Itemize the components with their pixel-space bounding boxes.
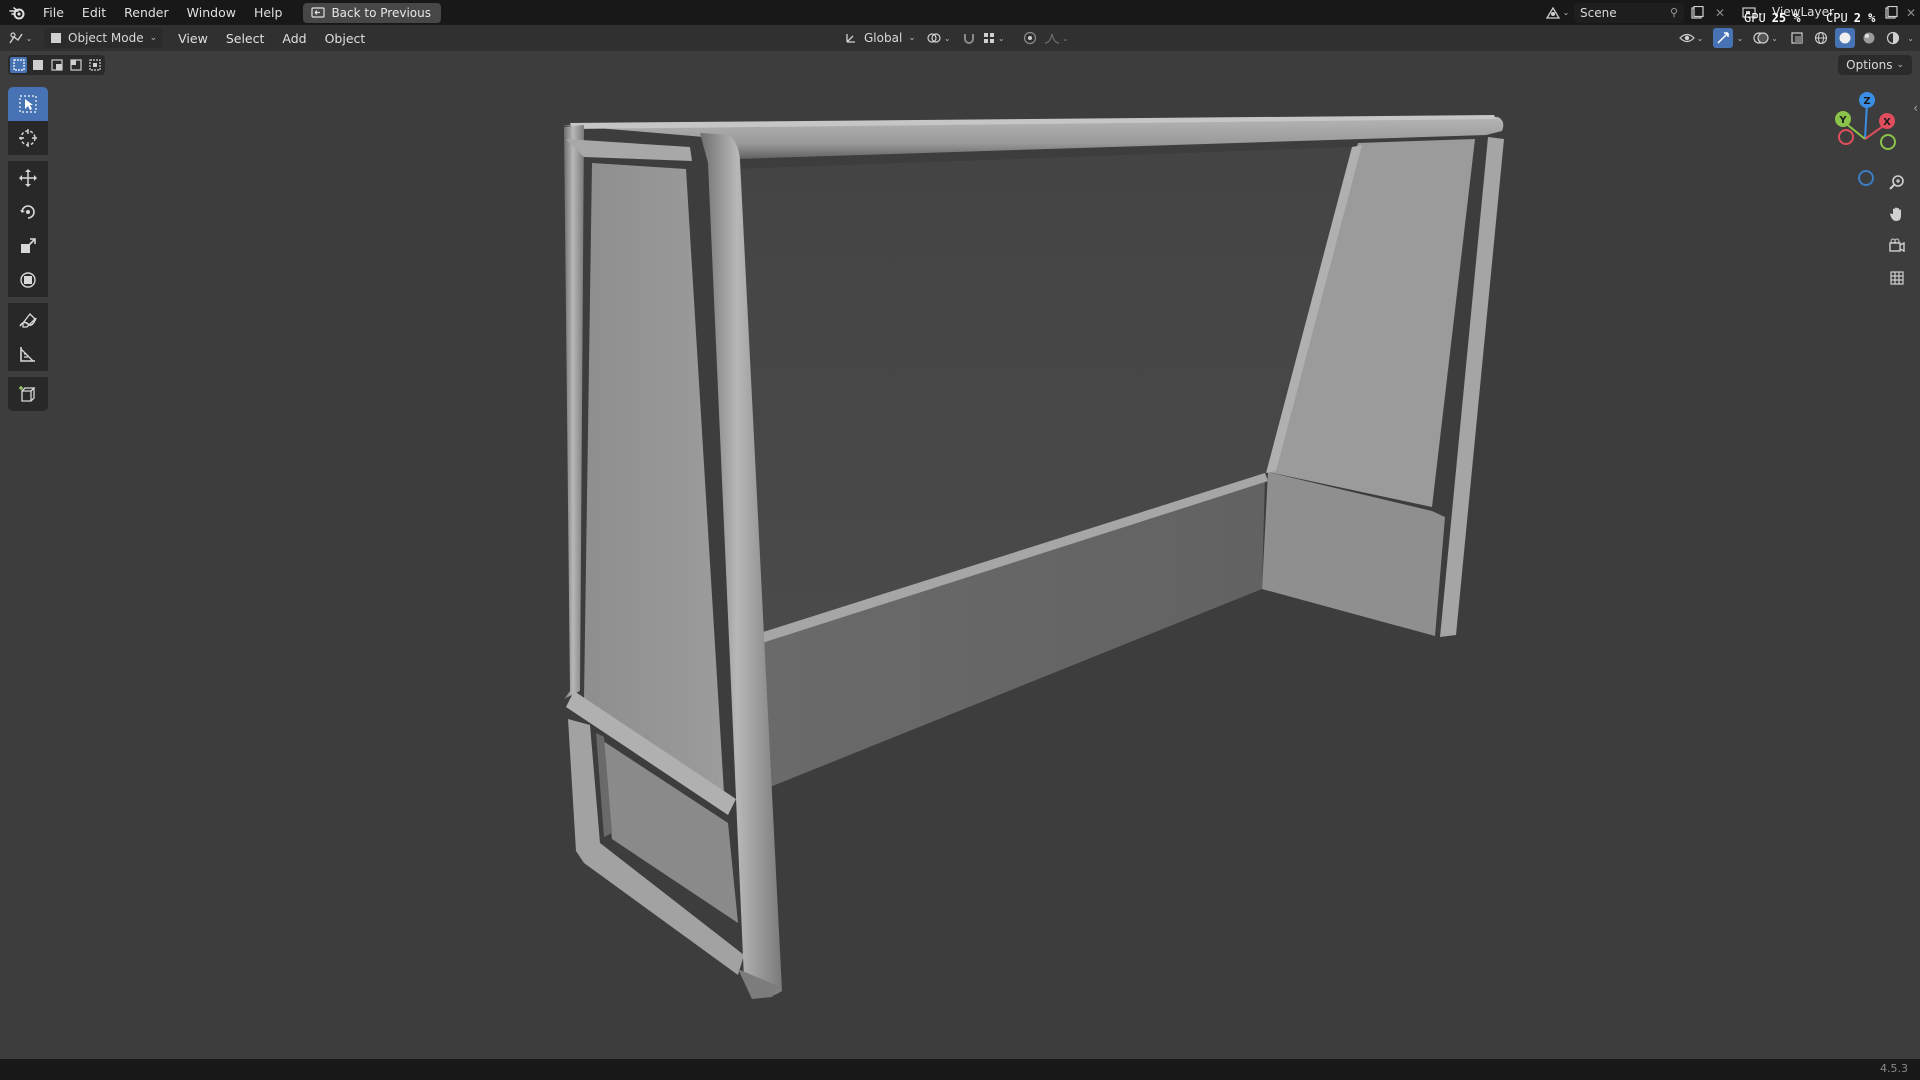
tool-shelf — [8, 87, 48, 411]
left-frame-top — [566, 139, 692, 161]
annotate-tool[interactable] — [8, 303, 48, 337]
select-box-icon — [19, 95, 37, 113]
menu-render[interactable]: Render — [115, 0, 178, 25]
perspective-toggle-icon[interactable] — [1884, 265, 1910, 291]
cursor-icon — [19, 129, 37, 147]
gizmo-y-label: Y — [1838, 115, 1847, 126]
left-back-post — [564, 125, 584, 699]
gizmo-x-label: X — [1883, 117, 1891, 128]
gizmo-neg-x[interactable] — [1838, 129, 1854, 145]
back-to-previous-label: Back to Previous — [331, 5, 431, 20]
menu-edit[interactable]: Edit — [73, 0, 115, 25]
xray-toggle-icon[interactable] — [1787, 31, 1807, 45]
transform-orientation-selector[interactable]: Global ⌄ — [838, 28, 922, 48]
pin-icon[interactable]: ⚲ — [1670, 6, 1678, 19]
camera-view-icon[interactable] — [1884, 233, 1910, 259]
pivot-point-icon[interactable]: ⌄ — [926, 31, 956, 45]
scale-icon — [21, 238, 36, 253]
gizmo-neg-y[interactable] — [1880, 134, 1896, 150]
snap-toggle-icon[interactable] — [960, 31, 978, 45]
gpu-label: GPU — [1744, 11, 1766, 25]
blender-logo-icon[interactable] — [0, 0, 34, 25]
viewport-header: ⌄ Object Mode ⌄ View Select Add Object G… — [0, 25, 1920, 51]
wireframe-shading-icon[interactable] — [1811, 31, 1831, 45]
cpu-readout: CPU 2 % — [1826, 11, 1875, 25]
gizmo-z-label: Z — [1863, 96, 1870, 107]
mode-label: Object Mode — [68, 31, 144, 45]
orientation-label: Global — [864, 31, 903, 45]
gizmo-toggle-icon[interactable] — [1712, 28, 1733, 48]
transform-tool[interactable] — [8, 263, 48, 297]
transform-icon — [20, 272, 36, 288]
falloff-icon[interactable]: ⌄ — [1044, 32, 1070, 44]
viewport-nav-buttons — [1884, 169, 1910, 291]
menu-select[interactable]: Select — [217, 31, 274, 46]
rotate-icon — [20, 205, 35, 219]
scene-selector-icon[interactable]: ⌄ — [1540, 6, 1574, 20]
rendered-shading-icon[interactable] — [1883, 31, 1903, 45]
goal-frame-model[interactable] — [0, 51, 1920, 1059]
measure-tool[interactable] — [8, 337, 48, 371]
scene-name: Scene — [1580, 5, 1617, 20]
snap-target-icon[interactable]: ⌄ — [982, 31, 1008, 45]
add-cube-icon — [19, 386, 36, 402]
options-label: Options — [1846, 58, 1893, 72]
shading-options-chevron-icon[interactable]: ⌄ — [1907, 34, 1914, 43]
selection-mode-group — [8, 55, 105, 75]
object-mode-icon — [51, 33, 61, 43]
cpu-value: 2 % — [1853, 11, 1876, 25]
add-cube-tool[interactable] — [8, 377, 48, 411]
status-bar: 4.5.3 — [0, 1059, 1920, 1080]
menu-object[interactable]: Object — [316, 31, 375, 46]
new-view-layer-icon[interactable] — [1880, 5, 1902, 20]
menu-help[interactable]: Help — [245, 0, 292, 25]
material-shading-icon[interactable] — [1859, 31, 1879, 45]
3d-viewport[interactable]: Options ⌄ ‹ Z X Y — [0, 51, 1920, 1059]
back-to-previous-button[interactable]: Back to Previous — [303, 2, 441, 23]
menu-file[interactable]: File — [34, 0, 73, 25]
select-box-tool[interactable] — [8, 87, 48, 121]
menu-view[interactable]: View — [169, 31, 217, 46]
move-icon — [19, 169, 37, 187]
cpu-label: CPU — [1826, 11, 1848, 25]
move-tool[interactable] — [8, 161, 48, 195]
scene-name-field[interactable]: Scene ⚲ — [1574, 2, 1684, 23]
chevron-down-icon: ⌄ — [1896, 60, 1904, 70]
select-subtract-icon[interactable] — [48, 57, 65, 73]
chevron-down-icon: ⌄ — [149, 33, 158, 43]
zoom-icon[interactable] — [1884, 169, 1910, 195]
measure-icon — [20, 347, 35, 362]
orientation-icon — [846, 34, 855, 43]
gpu-value: 25 % — [1771, 11, 1801, 25]
left-side-panel — [584, 163, 724, 793]
solid-shading-icon[interactable] — [1835, 28, 1856, 48]
pan-hand-icon[interactable] — [1884, 201, 1910, 227]
cursor-tool[interactable] — [8, 121, 48, 155]
select-invert-icon[interactable] — [67, 57, 84, 73]
version-label: 4.5.3 — [1880, 1062, 1908, 1075]
gizmo-neg-z[interactable] — [1858, 170, 1874, 186]
select-extend-icon[interactable] — [29, 57, 46, 73]
options-dropdown[interactable]: Options ⌄ — [1838, 55, 1912, 75]
gpu-readout: GPU 25 % — [1744, 11, 1801, 25]
proportional-editing-icon[interactable] — [1020, 31, 1040, 45]
top-menu-bar: File Edit Render Window Help Back to Pre… — [0, 0, 1920, 25]
editor-type-icon[interactable]: ⌄ — [0, 31, 40, 45]
visibility-icon[interactable]: ⌄ — [1678, 32, 1709, 44]
overlays-icon[interactable]: ⌄ — [1753, 31, 1783, 45]
back-icon — [311, 6, 326, 18]
scale-tool[interactable] — [8, 229, 48, 263]
menu-add[interactable]: Add — [273, 31, 315, 46]
select-new-icon[interactable] — [10, 57, 27, 73]
delete-view-layer-icon[interactable]: ✕ — [1902, 6, 1920, 20]
select-intersect-icon[interactable] — [86, 57, 103, 73]
annotate-icon — [19, 313, 37, 328]
menu-window[interactable]: Window — [178, 0, 245, 25]
rotate-tool[interactable] — [8, 195, 48, 229]
delete-scene-icon[interactable]: ✕ — [1710, 6, 1730, 20]
mode-selector[interactable]: Object Mode ⌄ — [44, 28, 164, 48]
new-scene-icon[interactable] — [1684, 5, 1710, 20]
chevron-down-icon[interactable]: ⌄ — [1737, 34, 1744, 43]
